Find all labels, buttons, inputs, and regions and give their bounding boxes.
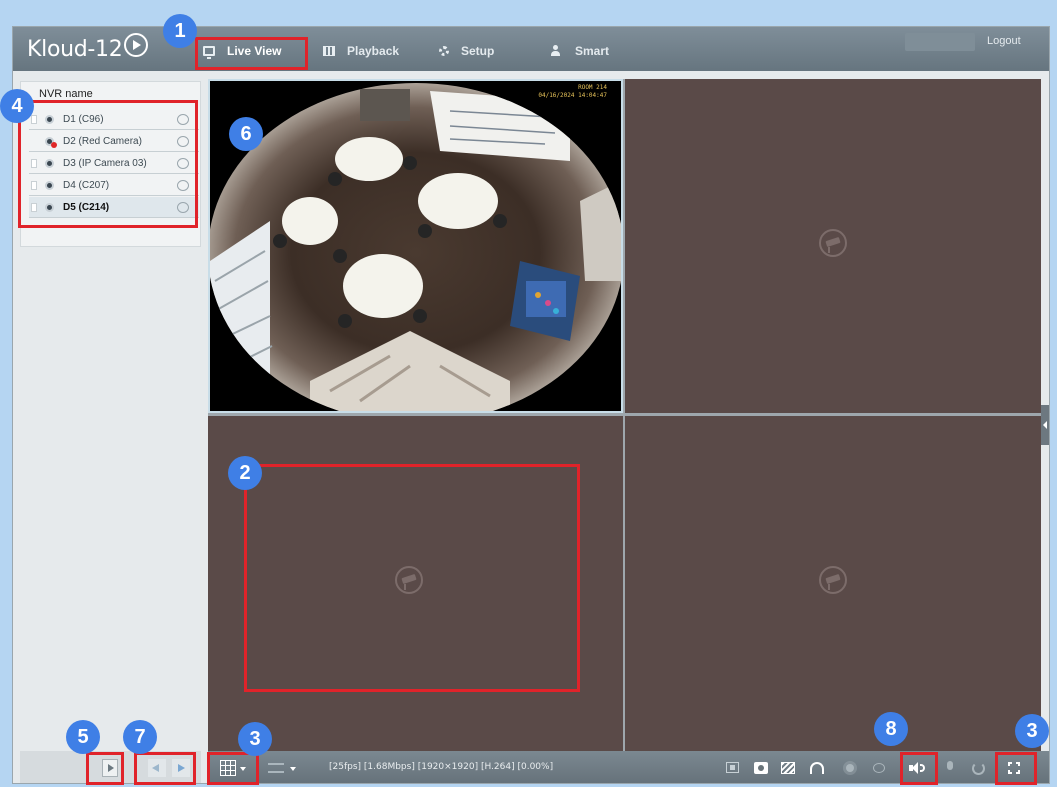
- annotation-badge-3-right: 3: [1015, 714, 1049, 748]
- logo: Kloud-12: [27, 33, 149, 64]
- annotation-badge-6: 6: [229, 117, 263, 151]
- video-window-4[interactable]: [625, 416, 1041, 751]
- video-osd: ROOM 214 04/16/2024 14:04:47: [538, 84, 607, 100]
- highlight-device-list: [18, 100, 198, 228]
- film-icon: [323, 46, 335, 56]
- highlight-page-arrows: [134, 752, 196, 785]
- osd-camera-name: ROOM 214: [578, 84, 607, 91]
- highlight-layout-button: [207, 752, 259, 785]
- username-display: [905, 33, 975, 51]
- microphone-icon[interactable]: [945, 761, 955, 775]
- highlight-audio-button: [900, 752, 938, 785]
- ptz-icon[interactable]: [846, 764, 854, 772]
- annotation-badge-2: 2: [228, 456, 262, 490]
- stream-type-icon[interactable]: [268, 763, 284, 773]
- nvr-name-title: NVR name: [39, 88, 93, 100]
- two-way-audio-icon[interactable]: [810, 762, 824, 774]
- nav-playback[interactable]: Playback: [323, 36, 399, 66]
- nav-smart[interactable]: Smart: [551, 36, 609, 66]
- refresh-icon[interactable]: [972, 762, 985, 775]
- nav-setup[interactable]: Setup: [439, 36, 494, 66]
- video-window-2[interactable]: [625, 79, 1041, 413]
- sidebar-empty-area: [20, 247, 201, 751]
- no-video-camera-icon: [819, 566, 847, 594]
- annotation-badge-1: 1: [163, 14, 197, 48]
- annotation-badge-7: 7: [123, 720, 157, 754]
- annotation-badge-4: 4: [0, 89, 34, 123]
- clip-icon[interactable]: [781, 762, 795, 774]
- snapshot-icon[interactable]: [754, 762, 768, 774]
- osd-timestamp: 04/16/2024 14:04:47: [538, 92, 607, 99]
- person-icon: [551, 45, 563, 56]
- gear-icon: [439, 46, 449, 56]
- highlight-fullscreen-button: [995, 752, 1037, 785]
- highlight-video-window: [244, 464, 580, 692]
- annotation-badge-5: 5: [66, 720, 100, 754]
- nav-playback-label: Playback: [347, 44, 400, 58]
- chevron-down-icon[interactable]: [290, 767, 296, 771]
- video-window-1[interactable]: ROOM 214 04/16/2024 14:04:47: [208, 79, 623, 413]
- logout-link[interactable]: Logout: [987, 35, 1021, 47]
- logo-play-icon: [124, 33, 149, 57]
- stream-status-text: [25fps] [1.68Mbps] [1920×1920] [H.264] […: [329, 762, 554, 772]
- fisheye-video-frame: [210, 81, 621, 411]
- logo-text: Kloud-12: [27, 36, 123, 62]
- no-video-camera-icon: [819, 229, 847, 257]
- nav-smart-label: Smart: [575, 44, 610, 58]
- nav-setup-label: Setup: [461, 44, 495, 58]
- record-icon[interactable]: [726, 762, 739, 773]
- annotation-badge-3-left: 3: [238, 722, 272, 756]
- panel-collapse-handle[interactable]: [1041, 405, 1049, 445]
- highlight-live-view: [195, 37, 308, 70]
- digital-zoom-icon[interactable]: [873, 763, 885, 773]
- highlight-start-preview: [86, 752, 124, 785]
- annotation-badge-8: 8: [874, 712, 908, 746]
